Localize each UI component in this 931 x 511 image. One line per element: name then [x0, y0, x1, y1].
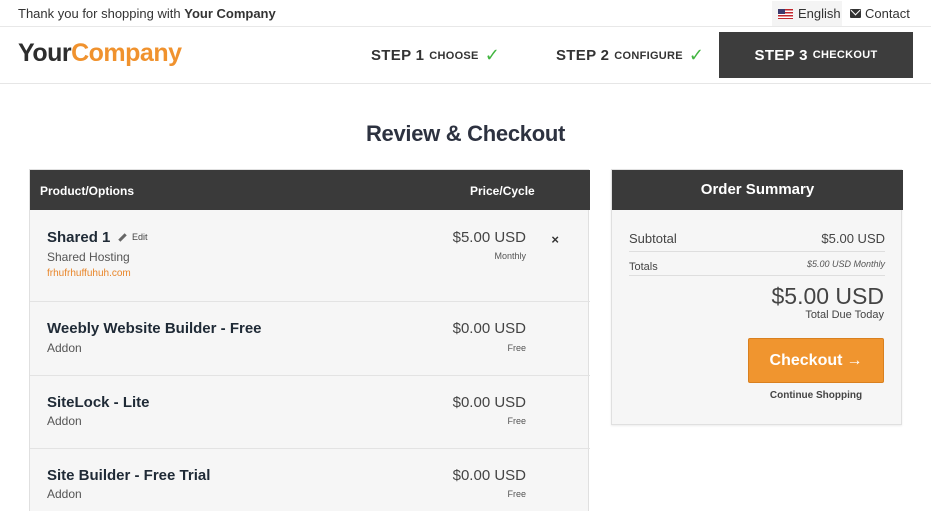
- header: YourCompany STEP 1 CHOOSE ✓ STEP 2 CONFI…: [0, 27, 931, 84]
- step-3-label: STEP 3: [754, 46, 808, 64]
- step-1-choose: STEP 1 CHOOSE ✓: [371, 27, 500, 84]
- cart-item: Weebly Website Builder - Free Addon $0.0…: [30, 302, 590, 376]
- check-icon: ✓: [484, 45, 500, 65]
- edit-label: Edit: [132, 232, 148, 242]
- language-selector[interactable]: English: [772, 1, 842, 26]
- contact-label: Contact: [865, 6, 910, 21]
- subtotal-value: $5.00 USD: [821, 231, 885, 246]
- arrow-right-icon: →: [846, 351, 863, 369]
- check-icon: ✓: [688, 45, 705, 65]
- step-2-label: STEP 2: [556, 47, 610, 64]
- logo-part-2: Company: [71, 39, 182, 67]
- totals-row: Totals $5.00 USD Monthly: [629, 258, 885, 273]
- totals-label: Totals: [629, 261, 658, 273]
- top-bar: Thank you for shopping with Your Company…: [0, 0, 931, 27]
- edit-button[interactable]: Edit: [118, 232, 148, 242]
- thanks-company: Your Company: [184, 6, 276, 21]
- company-logo[interactable]: YourCompany: [18, 39, 182, 68]
- totals-value: $5.00 USD Monthly: [806, 259, 885, 269]
- subtotal-label: Subtotal: [629, 231, 677, 246]
- product-group: Shared Hosting: [47, 250, 130, 264]
- divider: [629, 275, 885, 276]
- column-header-price: Price/Cycle: [470, 184, 535, 198]
- close-icon[interactable]: ×: [551, 232, 559, 247]
- cart-item: Shared 1 Edit Shared Hosting frhufrhuffu…: [30, 210, 590, 302]
- item-cycle: Free: [507, 416, 526, 426]
- item-price: $5.00 USD: [452, 229, 526, 246]
- thanks-message: Thank you for shopping with Your Company: [18, 6, 276, 21]
- checkout-button[interactable]: Checkout →: [748, 338, 884, 383]
- step-3-sublabel: CHECKOUT: [812, 49, 878, 61]
- product-domain[interactable]: frhufrhuffuhuh.com: [47, 268, 131, 279]
- step-1-sublabel: CHOOSE: [429, 49, 479, 62]
- step-3-checkout: STEP 3 CHECKOUT: [719, 32, 913, 78]
- cart-table-header: Product/Options Price/Cycle: [30, 170, 590, 210]
- cart-table: Product/Options Price/Cycle Shared 1 Edi…: [29, 169, 590, 511]
- pencil-icon: [118, 232, 127, 242]
- divider: [629, 251, 885, 252]
- contact-link[interactable]: Contact: [850, 6, 910, 21]
- continue-shopping-link[interactable]: Continue Shopping: [748, 390, 884, 401]
- product-group: Addon: [47, 341, 82, 355]
- product-group: Addon: [47, 487, 82, 501]
- checkout-label: Checkout: [769, 351, 843, 369]
- cart-item: SiteLock - Lite Addon $0.00 USD Free: [30, 376, 590, 449]
- product-name: Weebly Website Builder - Free: [47, 320, 262, 337]
- item-price: $0.00 USD: [452, 467, 526, 484]
- item-cycle: Free: [507, 343, 526, 353]
- us-flag-icon: [778, 8, 793, 19]
- page-title: Review & Checkout: [365, 121, 566, 146]
- step-1-label: STEP 1: [371, 47, 425, 64]
- language-label: English: [798, 6, 841, 21]
- thanks-prefix: Thank you for shopping with: [18, 6, 181, 21]
- cart-item: Site Builder - Free Trial Addon $0.00 US…: [30, 449, 590, 511]
- product-name: Shared 1: [47, 229, 111, 246]
- item-price: $0.00 USD: [452, 320, 526, 337]
- step-2-sublabel: CONFIGURE: [614, 49, 683, 62]
- item-cycle: Free: [507, 489, 526, 499]
- column-header-product: Product/Options: [40, 184, 134, 198]
- step-2-configure: STEP 2 CONFIGURE ✓: [556, 27, 704, 84]
- item-cycle: Monthly: [494, 251, 526, 261]
- total-due-label: Total Due Today: [805, 309, 884, 321]
- order-summary-title: Order Summary: [612, 170, 903, 210]
- envelope-icon: [850, 9, 861, 18]
- product-name: SiteLock - Lite: [47, 394, 150, 411]
- logo-part-1: Your: [18, 39, 72, 67]
- product-group: Addon: [47, 414, 82, 428]
- subtotal-row: Subtotal $5.00 USD: [629, 231, 885, 246]
- total-due-amount: $5.00 USD: [771, 283, 884, 309]
- product-name: Site Builder - Free Trial: [47, 467, 211, 484]
- order-summary: Order Summary Subtotal $5.00 USD Totals …: [611, 169, 903, 425]
- item-price: $0.00 USD: [452, 394, 526, 411]
